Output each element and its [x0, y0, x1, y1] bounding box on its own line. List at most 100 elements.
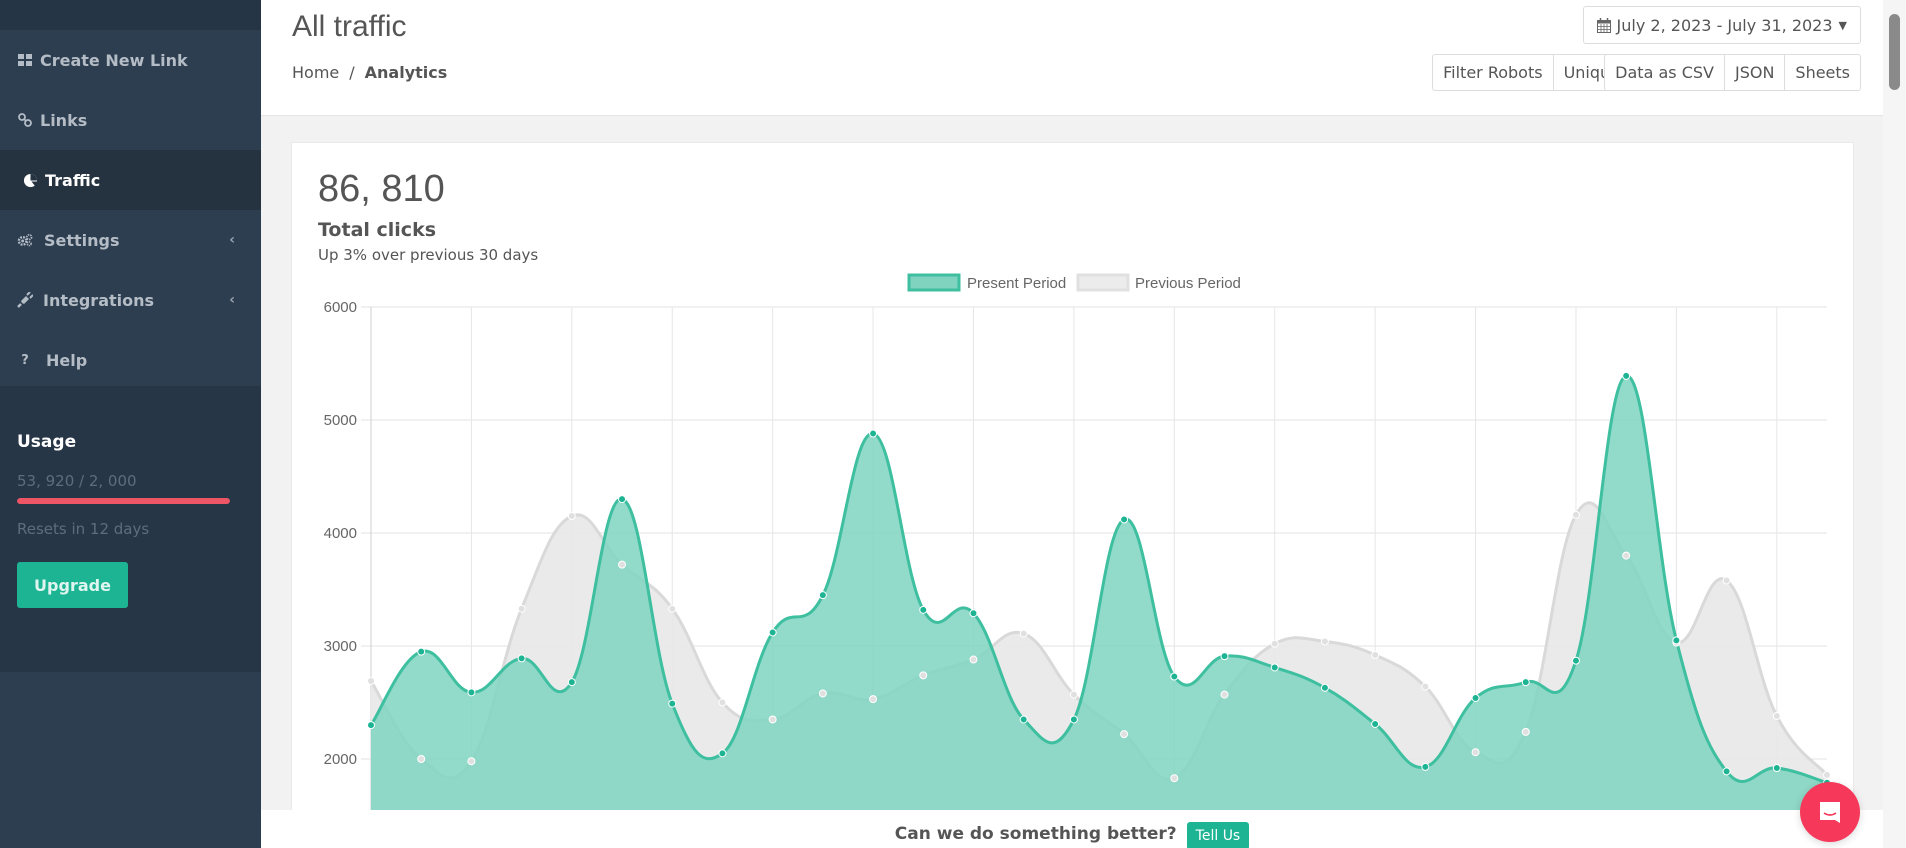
- y-tick-label: 5000: [324, 412, 357, 429]
- sidebar-item-settings[interactable]: Settings ‹: [0, 210, 261, 270]
- series-present-point: [818, 591, 827, 600]
- series-previous-point: [869, 695, 878, 704]
- chat-launcher-button[interactable]: [1800, 782, 1860, 842]
- series-previous-point: [1170, 774, 1179, 783]
- usage-progress-fill: [17, 498, 230, 504]
- series-present-point: [618, 495, 627, 504]
- page-title: All traffic: [292, 10, 407, 43]
- filter-robots-button[interactable]: Filter Robots: [1433, 55, 1552, 90]
- export-sheets-button[interactable]: Sheets: [1784, 55, 1860, 90]
- export-json-button[interactable]: JSON: [1723, 55, 1784, 90]
- series-present-point: [1170, 672, 1179, 681]
- series-previous-point: [618, 560, 627, 569]
- sidebar-item-links[interactable]: Links: [0, 90, 261, 150]
- legend-swatch-previous: [1076, 273, 1130, 292]
- sidebar-item-create-new-link[interactable]: Create New Link: [0, 30, 261, 90]
- series-previous-point: [919, 671, 928, 680]
- series-previous-point: [1622, 551, 1631, 560]
- series-previous-point: [1772, 712, 1781, 721]
- series-present-point: [517, 654, 526, 663]
- grid-icon: [17, 54, 33, 66]
- series-previous-point: [969, 655, 978, 664]
- series-present-point: [1521, 678, 1530, 687]
- series-present-point: [1120, 515, 1129, 524]
- chart-legend: Present Period Previous Period: [907, 273, 1241, 292]
- page-scrollbar[interactable]: [1883, 0, 1906, 848]
- sidebar-item-traffic[interactable]: Traffic: [0, 150, 261, 210]
- series-previous-point: [1270, 639, 1279, 648]
- upgrade-button[interactable]: Upgrade: [17, 562, 128, 608]
- export-button-group: Data as CSV JSON Sheets: [1604, 54, 1861, 91]
- series-previous-point: [1019, 629, 1028, 638]
- series-present-point: [467, 688, 476, 697]
- series-present-point: [919, 605, 928, 614]
- series-present-point: [668, 699, 677, 708]
- series-present-point: [1069, 715, 1078, 724]
- series-present-point: [718, 749, 727, 758]
- usage-title: Usage: [17, 432, 77, 452]
- series-present-point: [1471, 693, 1480, 702]
- y-tick-label: 2000: [324, 751, 357, 768]
- series-present-point: [1421, 762, 1430, 771]
- series-previous-point: [818, 689, 827, 698]
- sidebar-item-integrations[interactable]: Integrations ‹: [0, 270, 261, 330]
- series-previous-point: [1722, 576, 1731, 585]
- series-present-point: [768, 628, 777, 637]
- sidebar-nav: Create New Link Links Traffic Settings ‹: [0, 30, 261, 390]
- sidebar-item-label: Traffic: [45, 170, 101, 190]
- usage-count: 53, 920 / 2, 000: [17, 472, 137, 490]
- traffic-card: 86, 810 Total clicks Up 3% over previous…: [291, 142, 1854, 848]
- series-previous-point: [718, 698, 727, 707]
- series-present-point: [869, 429, 878, 438]
- series-previous-point: [768, 715, 777, 724]
- page-header: All traffic Home / Analytics July 2, 2023 …: [261, 0, 1883, 116]
- export-csv-button[interactable]: Data as CSV: [1605, 55, 1724, 90]
- series-previous-point: [1371, 651, 1380, 660]
- sidebar-header: [0, 0, 261, 30]
- tell-us-button[interactable]: Tell Us: [1186, 822, 1250, 848]
- series-present-point: [1672, 636, 1681, 645]
- y-tick-label: 4000: [324, 525, 357, 542]
- series-previous-point: [467, 757, 476, 766]
- series-previous-point: [367, 677, 375, 686]
- series-present-point: [1220, 652, 1229, 661]
- usage-progress-bar: [17, 498, 230, 504]
- series-present-point: [417, 647, 426, 656]
- series-present-point: [1371, 719, 1380, 728]
- sidebar-item-label: Settings: [44, 230, 120, 250]
- scrollbar-thumb[interactable]: [1889, 14, 1900, 90]
- filter-button-group: Filter Robots Unique: [1432, 54, 1631, 91]
- series-previous-point: [1069, 690, 1078, 699]
- series-previous-point: [517, 604, 526, 613]
- question-icon: ?: [21, 352, 29, 368]
- breadcrumb-home[interactable]: Home: [292, 63, 339, 82]
- series-present-point: [1772, 764, 1781, 773]
- calendar-icon: [1596, 17, 1611, 33]
- breadcrumb-separator: /: [349, 63, 355, 82]
- sidebar-item-label: Links: [40, 110, 88, 130]
- sidebar-item-label: Integrations: [43, 290, 155, 310]
- y-tick-label: 6000: [324, 299, 357, 316]
- date-range-picker[interactable]: July 2, 2023 - July 31, 2023 ▼: [1582, 6, 1861, 44]
- chart-areas: [369, 374, 1829, 848]
- series-previous-point: [1521, 727, 1530, 736]
- usage-panel: Usage 53, 920 / 2, 000 Resets in 12 days…: [0, 386, 261, 672]
- usage-reset-text: Resets in 12 days: [17, 520, 150, 538]
- series-present-point: [1019, 715, 1028, 724]
- plug-icon: [17, 292, 33, 308]
- feedback-text: Can we do something better?: [894, 824, 1177, 844]
- series-previous-point: [1471, 748, 1480, 757]
- series-previous-point: [1823, 770, 1831, 779]
- series-present-point: [1320, 683, 1329, 692]
- chevron-left-icon: ‹: [229, 292, 235, 308]
- feedback-bar: Can we do something better? Tell Us: [261, 810, 1883, 848]
- legend-swatch-present: [907, 273, 961, 292]
- series-previous-point: [1220, 690, 1229, 699]
- series-previous-point: [1320, 637, 1329, 646]
- sidebar-item-help[interactable]: ? Help: [0, 330, 261, 390]
- series-previous-point: [1421, 682, 1430, 691]
- series-present-point: [367, 721, 375, 730]
- series-previous-point: [1120, 730, 1129, 739]
- sidebar-item-label: Create New Link: [40, 50, 188, 70]
- traffic-chart: 2000 3000 4000 5000 6000 Present Period Previ…: [324, 273, 1831, 848]
